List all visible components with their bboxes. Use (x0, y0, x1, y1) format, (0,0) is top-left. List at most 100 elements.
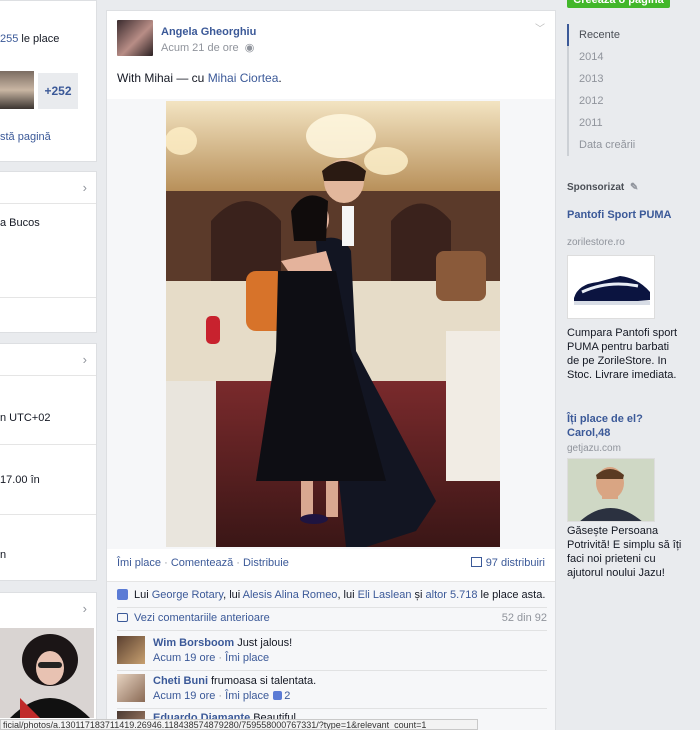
timestamp-link[interactable]: Acum 21 de ore (161, 42, 239, 54)
comments-section: Lui George Rotary , lui Alesis Alina Rome… (107, 581, 555, 730)
comment-like-count[interactable]: 2 (284, 690, 290, 702)
comment-text: Just jalous! (237, 637, 293, 649)
photo-container (107, 99, 555, 549)
sponsored-label: Sponsorizat (567, 182, 625, 193)
ad-domain: zorilestore.ro (567, 237, 625, 248)
divider (117, 708, 547, 709)
divider (0, 444, 96, 445)
ad-title[interactable]: Pantofi Sport PUMA (567, 208, 677, 222)
timeline-item-2014[interactable]: 2014 (567, 46, 677, 68)
thumbs-up-icon (117, 589, 128, 600)
commenter-name[interactable]: Cheti Buni (153, 675, 208, 687)
liker-link[interactable]: Eli Laslean (358, 589, 412, 601)
about-text: a Bucos (0, 217, 40, 229)
globe-icon: ◉ (244, 42, 255, 54)
ad-domain: getjazu.com (567, 443, 621, 454)
caption-end: . (278, 71, 282, 85)
timeline-item-created[interactable]: Data creării (567, 134, 677, 156)
sponsored-header: Sponsorizat ✎ (567, 182, 638, 193)
caption-text: With Mihai — cu (117, 71, 208, 85)
timeline-nav: Recente 2014 2013 2012 2011 Data creării (567, 24, 677, 156)
timeline-item-2012[interactable]: 2012 (567, 90, 677, 112)
post-timestamp: Acum 21 de ore ◉ (161, 41, 254, 54)
comment-like-link[interactable]: Îmi place (225, 690, 269, 702)
ad-image[interactable] (567, 458, 655, 522)
comment-text: frumoasa si talentata. (211, 675, 317, 687)
timeline-item-recent[interactable]: Recente (567, 24, 677, 46)
likes-prefix: Lui (134, 589, 152, 601)
timezone-text: n UTC+02 (0, 412, 51, 424)
divider (117, 670, 547, 671)
comment-item: Cheti Buni frumoasa si talentata. Acum 19… (117, 674, 547, 706)
chevron-down-icon[interactable]: ﹀ (535, 20, 545, 35)
post-actions: Îmi place · Comentează · Distribuie (117, 557, 289, 569)
like-link[interactable]: Îmi place (117, 557, 161, 569)
about-card: › a Bucos (0, 171, 97, 333)
photo-thumbnail[interactable] (0, 628, 94, 718)
comment-meta: Acum 19 ore · Îmi place (153, 652, 270, 664)
comment-link[interactable]: Comentează (171, 557, 233, 569)
create-page-button[interactable]: Creează o pagină (567, 0, 670, 8)
comment-item: Wim Borsboom Just jalous! Acum 19 ore · Î… (117, 636, 547, 668)
divider (0, 514, 96, 515)
likes-card: 255 le place +252 stă pagină (0, 0, 97, 162)
divider (0, 203, 96, 204)
edit-icon[interactable]: ✎ (630, 182, 638, 193)
comment-meta: Acum 19 ore · Îmi place 2 (153, 690, 291, 702)
timeline-item-2013[interactable]: 2013 (567, 68, 677, 90)
liker-link[interactable]: George Rotary (152, 589, 223, 601)
chevron-right-icon[interactable]: › (83, 352, 87, 367)
info-card: › n UTC+02 17.00 în n (0, 343, 97, 581)
timeline-item-2011[interactable]: 2011 (567, 112, 677, 134)
divider (0, 297, 96, 298)
more-friends-badge[interactable]: +252 (38, 73, 78, 109)
post-card: Angela Gheorghiu Acum 21 de ore ◉ ﹀ With… (106, 10, 556, 730)
likes-suffix: le place (18, 33, 60, 45)
divider (117, 630, 547, 631)
comment-count: 52 din 92 (501, 612, 547, 624)
view-previous-comments-link[interactable]: Vezi comentariile anterioare (134, 612, 270, 624)
comment-bubble-icon (117, 613, 128, 622)
likes-count-link[interactable]: 255 (0, 33, 18, 45)
likes-suffix: le place asta. (477, 589, 546, 601)
ad-description: Găsește Persoana Potrivită! E simplu să … (567, 525, 682, 579)
author-avatar[interactable] (117, 20, 153, 56)
liker-link[interactable]: Alesis Alina Romeo (243, 589, 338, 601)
comment-like-link[interactable]: Îmi place (225, 652, 269, 664)
shares-count[interactable]: 97 distribuiri (470, 557, 545, 569)
comment-body: Wim Borsboom Just jalous! (153, 637, 292, 649)
post-photo[interactable] (166, 101, 500, 547)
ad-image[interactable] (567, 255, 655, 319)
chevron-right-icon[interactable]: › (83, 180, 87, 195)
commenter-avatar[interactable] (117, 674, 145, 702)
chevron-right-icon[interactable]: › (83, 601, 87, 616)
likes-sep: și (411, 589, 426, 601)
share-link[interactable]: Distribuie (243, 557, 289, 569)
more-likers-link[interactable]: altor 5.718 (426, 589, 478, 601)
post-caption: With Mihai — cu Mihai Ciortea. (117, 71, 282, 85)
share-icon (470, 557, 482, 567)
status-bar-url: ficial/photos/a.130117183711419.26946.11… (0, 719, 478, 730)
separator: · (233, 557, 243, 569)
likes-sep: , lui (337, 589, 358, 601)
likes-summary: Lui George Rotary , lui Alesis Alina Rome… (117, 589, 545, 601)
thumbs-up-icon (273, 691, 283, 700)
divider (0, 375, 96, 376)
commenter-name[interactable]: Wim Borsboom (153, 637, 234, 649)
comment-time[interactable]: Acum 19 ore (153, 690, 215, 702)
ad-description: Cumpara Pantofi sport PUMA pentru barbat… (567, 327, 678, 381)
ad-title[interactable]: Îți place de el? Carol,48 (567, 412, 677, 440)
comment-time[interactable]: Acum 19 ore (153, 652, 215, 664)
hours-text: 17.00 în (0, 474, 40, 486)
photos-card: › (0, 592, 97, 730)
author-name[interactable]: Angela Gheorghiu (161, 26, 256, 38)
page-link[interactable]: stă pagină (0, 131, 51, 143)
commenter-avatar[interactable] (117, 636, 145, 664)
likes-line: 255 le place (0, 33, 59, 45)
misc-text: n (0, 549, 7, 561)
previous-comments-row: Vezi comentariile anterioare 52 din 92 (117, 612, 547, 624)
friend-avatar[interactable] (0, 71, 34, 109)
separator: · (161, 557, 171, 569)
tagged-person-link[interactable]: Mihai Ciortea (208, 71, 279, 85)
comment-body: Cheti Buni frumoasa si talentata. (153, 675, 316, 687)
